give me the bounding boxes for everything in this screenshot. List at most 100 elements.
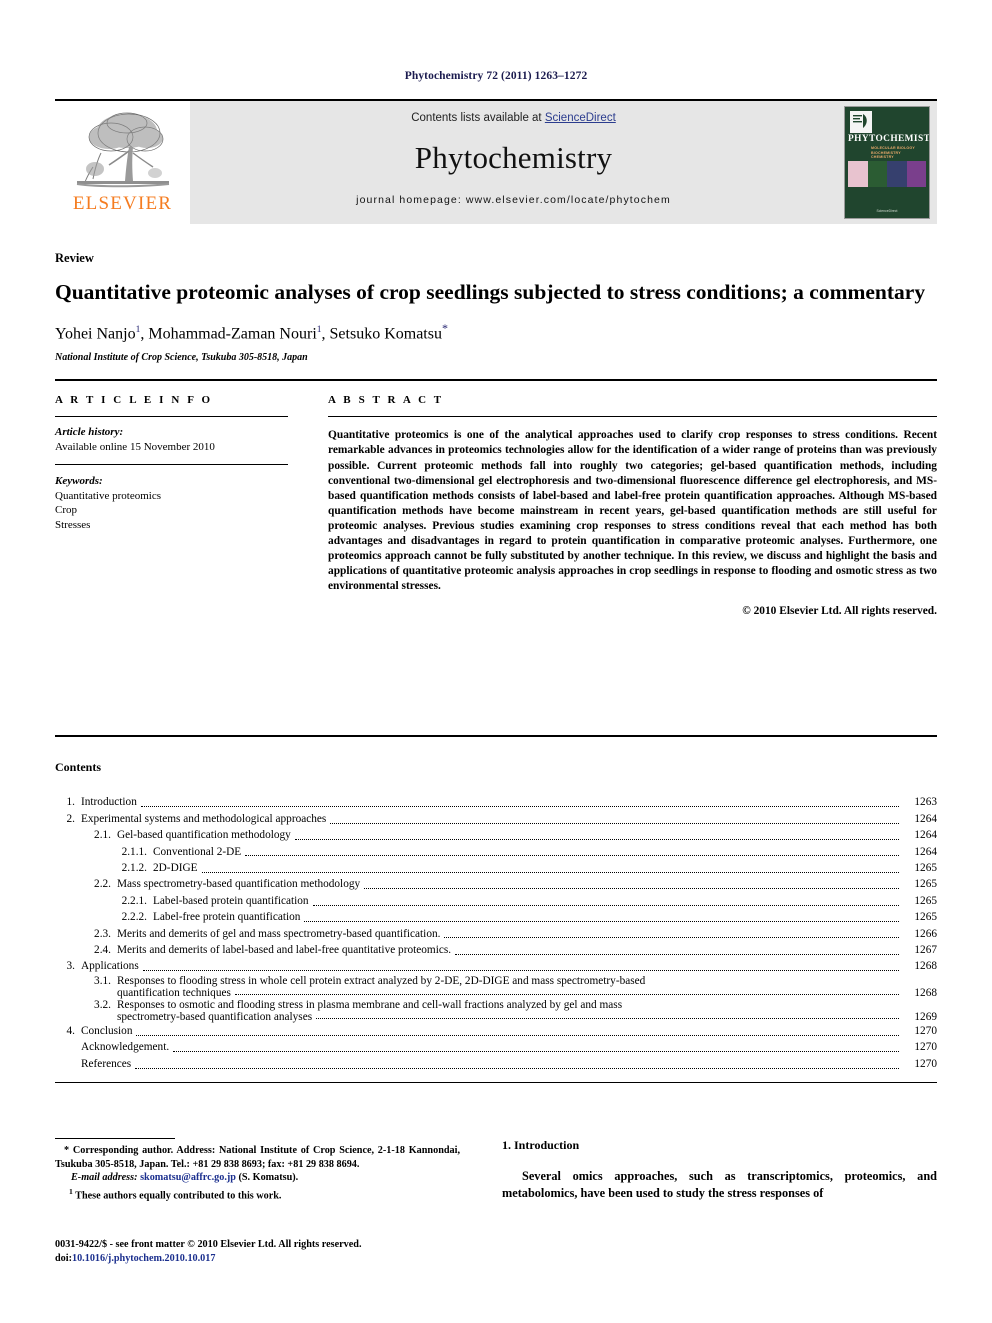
- sciencedirect-link[interactable]: ScienceDirect: [545, 112, 616, 124]
- info-abstract-block: A R T I C L E I N F O Article history: A…: [55, 379, 937, 722]
- toc-label-continued: quantification techniques: [117, 986, 231, 999]
- journal-cover-thumbnail[interactable]: PHYTOCHEMISTRY MOLECULAR BIOLOGY BIOCHEM…: [844, 106, 930, 219]
- footnote-mark: 1: [69, 1186, 73, 1196]
- toc-label: Acknowledgement.: [81, 1041, 170, 1054]
- toc-page: 1270: [914, 1041, 937, 1054]
- abstract-column: A B S T R A C T Quantitative proteomics …: [310, 394, 937, 722]
- list-item[interactable]: 4. Conclusion 1270: [55, 1023, 937, 1039]
- list-item[interactable]: 3.2. Responses to osmotic and flooding s…: [55, 999, 937, 1023]
- toc-page: 1265: [914, 878, 937, 891]
- article-history: Article history: Available online 15 Nov…: [55, 425, 288, 454]
- toc-number: 2.3.: [94, 927, 111, 940]
- toc-page: 1268: [914, 986, 937, 999]
- journal-banner: ELSEVIER Contents lists available at Sci…: [55, 99, 937, 224]
- introduction-column: 1. Introduction Several omics approaches…: [480, 1138, 937, 1203]
- article-type: Review: [55, 251, 94, 265]
- footnote-email-suffix: (S. Komatsu).: [238, 1172, 299, 1184]
- footnote-email: E-mail address: skomatsu@affrc.go.jp (S.…: [55, 1171, 460, 1185]
- author-list: Yohei Nanjo1, Mohammad-Zaman Nouri1, Set…: [55, 321, 448, 343]
- keyword-item: Quantitative proteomics: [55, 489, 161, 502]
- list-item[interactable]: 2.1. Gel-based quantification methodolog…: [55, 827, 937, 843]
- toc-number: 3.2.: [94, 998, 111, 1011]
- elsevier-logo: ELSEVIER: [55, 101, 190, 224]
- toc-leader: [304, 921, 899, 923]
- toc-leader: [455, 953, 899, 955]
- list-item[interactable]: 2.2. Mass spectrometry-based quantificat…: [55, 876, 937, 892]
- author-name: Mohammad-Zaman Nouri: [148, 325, 317, 343]
- affiliation: National Institute of Crop Science, Tsuk…: [55, 352, 308, 364]
- list-item[interactable]: 2.1.2. 2D-DIGE 1265: [55, 860, 937, 876]
- toc-number: 2.2.: [94, 878, 111, 891]
- toc-number: 2.1.2.: [121, 861, 147, 874]
- toc-page: 1270: [914, 1057, 937, 1070]
- divider: [55, 416, 288, 418]
- toc-number: 2.4.: [94, 943, 111, 956]
- footnote-equal-contribution: 1 These authors equally contributed to t…: [55, 1185, 460, 1203]
- list-item[interactable]: 2. Experimental systems and methodologic…: [55, 811, 937, 827]
- toc-page: 1266: [914, 927, 937, 940]
- toc-label: Label-based protein quantification: [153, 894, 309, 907]
- article-info-column: A R T I C L E I N F O Article history: A…: [55, 394, 310, 722]
- list-item[interactable]: Acknowledgement. 1270: [55, 1039, 937, 1055]
- paper-page: Phytochemistry 72 (2011) 1263–1272 ELSEV…: [0, 0, 992, 1323]
- list-item[interactable]: References 1270: [55, 1056, 937, 1072]
- cover-journal-title: PHYTOCHEMISTRY: [848, 134, 930, 144]
- page-title: Quantitative proteomic analyses of crop …: [55, 280, 926, 304]
- author-mark: 1: [316, 325, 322, 335]
- toc-label: Applications: [81, 960, 139, 973]
- list-item[interactable]: 2.2.2. Label-free protein quantification…: [55, 909, 937, 925]
- toc-page: 1264: [914, 845, 937, 858]
- list-item[interactable]: 3.1. Responses to flooding stress in who…: [55, 975, 937, 999]
- toc-page: 1264: [914, 812, 937, 825]
- author-mark: 1: [135, 325, 141, 335]
- toc-leader: [201, 871, 899, 873]
- running-head: Phytochemistry 72 (2011) 1263–1272: [404, 70, 588, 82]
- toc-label: Merits and demerits of label-based and l…: [117, 943, 452, 956]
- toc-leader: [294, 839, 899, 841]
- toc-page: 1270: [914, 1024, 937, 1037]
- list-item[interactable]: 2.2.1. Label-based protein quantificatio…: [55, 893, 937, 909]
- cover-top-row: [850, 111, 926, 133]
- toc-leader: [135, 1067, 899, 1069]
- introduction-paragraph: Several omics approaches, such as transc…: [502, 1169, 937, 1201]
- doi-value[interactable]: 10.1016/j.phytochem.2010.10.017: [72, 1253, 215, 1264]
- issn-line: 0031-9422/$ - see front matter © 2010 El…: [55, 1239, 362, 1250]
- table-of-contents: 1. Introduction 1263 2. Experimental sys…: [55, 794, 937, 1072]
- toc-number: 2.2.2.: [121, 911, 147, 924]
- toc-leader: [136, 1034, 899, 1036]
- divider: [55, 1082, 937, 1084]
- banner-center: Contents lists available at ScienceDirec…: [190, 101, 837, 224]
- footnotes: * Corresponding author. Address: Nationa…: [55, 1144, 460, 1203]
- list-item[interactable]: 2.4. Merits and demerits of label-based …: [55, 942, 937, 958]
- toc-leader: [364, 888, 899, 890]
- toc-leader: [142, 970, 899, 972]
- abstract-copyright: © 2010 Elsevier Ltd. All rights reserved…: [742, 605, 937, 618]
- toc-label: Mass spectrometry-based quantification m…: [117, 878, 361, 891]
- author-name: Setsuko Komatsu: [329, 325, 442, 343]
- article-history-value: Available online 15 November 2010: [55, 440, 215, 453]
- list-item[interactable]: 2.1.1. Conventional 2-DE 1264: [55, 844, 937, 860]
- toc-leader: [173, 1051, 899, 1053]
- footnote-email-address[interactable]: skomatsu@affrc.go.jp: [140, 1172, 236, 1183]
- doi-line: doi:10.1016/j.phytochem.2010.10.017: [55, 1252, 362, 1266]
- toc-label: Responses to osmotic and flooding stress…: [117, 998, 623, 1011]
- contents-heading: Contents: [55, 760, 102, 775]
- footnote-email-label: E-mail address:: [71, 1172, 138, 1184]
- toc-number: 2.: [66, 812, 75, 825]
- abstract-label: A B S T R A C T: [328, 394, 444, 407]
- toc-label: Conclusion: [81, 1024, 133, 1037]
- journal-homepage-url[interactable]: journal homepage: www.elsevier.com/locat…: [356, 194, 671, 206]
- toc-label: Conventional 2-DE: [153, 845, 242, 858]
- elsevier-wordmark: ELSEVIER: [72, 193, 173, 214]
- cover-footer-text: ScienceDirect: [876, 209, 898, 213]
- cover-elsevier-icon: [850, 111, 872, 133]
- list-item[interactable]: 3. Applications 1268: [55, 958, 937, 974]
- author-name: Yohei Nanjo: [55, 325, 136, 343]
- toc-leader: [444, 937, 899, 939]
- list-item[interactable]: 2.3. Merits and demerits of gel and mass…: [55, 926, 937, 942]
- toc-page: 1268: [914, 960, 937, 973]
- doi-label: doi:: [55, 1252, 72, 1264]
- list-item[interactable]: 1. Introduction 1263: [55, 794, 937, 810]
- journal-title: Phytochemistry: [414, 140, 613, 175]
